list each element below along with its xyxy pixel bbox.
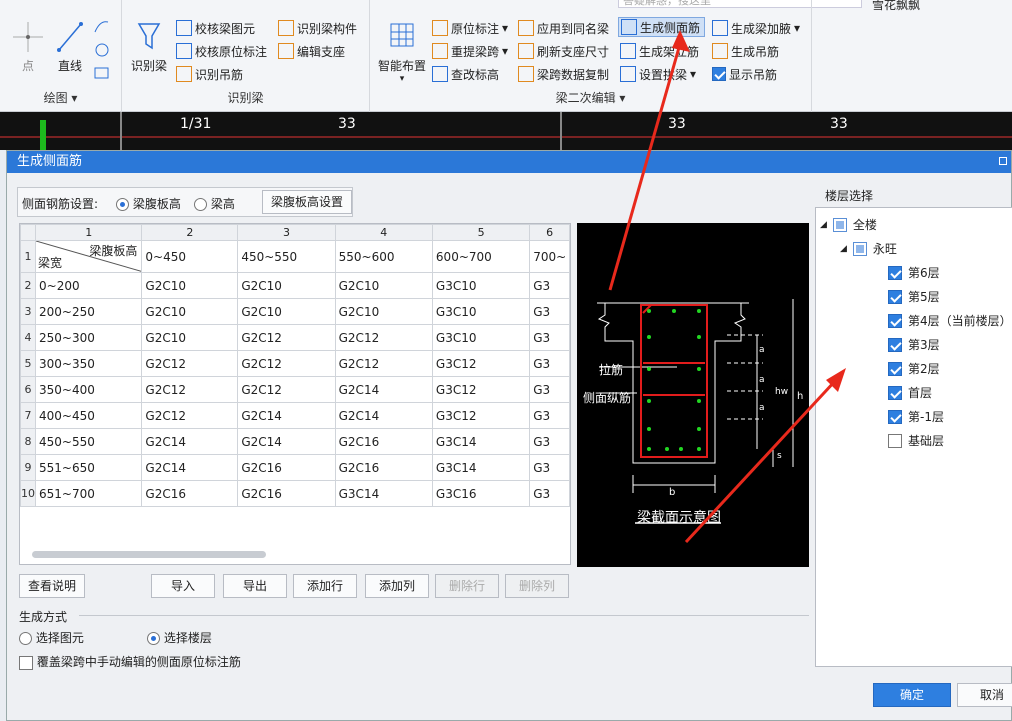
annotation-arrow	[684, 378, 838, 544]
arrow-head-icon	[672, 30, 690, 52]
annotation-arrows	[608, 30, 846, 544]
annotation-arrow	[608, 43, 682, 291]
